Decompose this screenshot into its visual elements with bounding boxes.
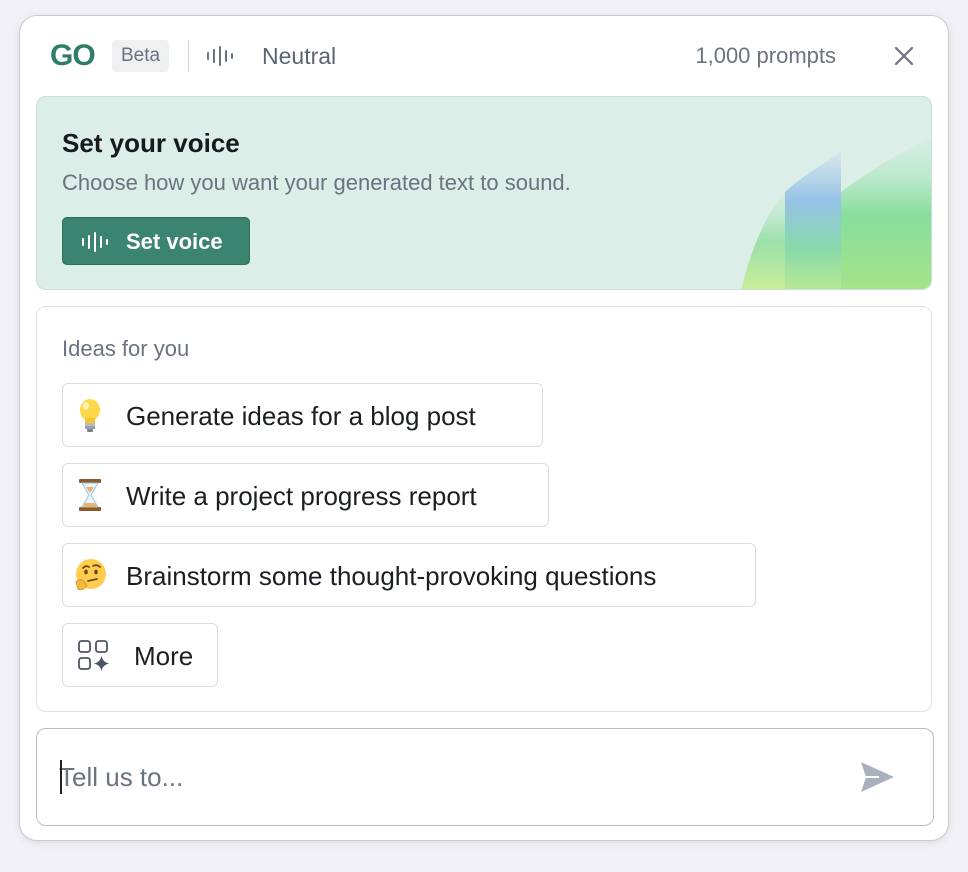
idea-label: Brainstorm some thought-provoking questi… xyxy=(126,561,657,591)
banner-title: Set your voice xyxy=(62,128,240,158)
ideas-title: Ideas for you xyxy=(62,336,190,361)
lightbulb-icon xyxy=(80,399,100,432)
header-divider xyxy=(188,40,189,72)
idea-label: Write a project progress report xyxy=(126,481,477,511)
more-ideas-button[interactable]: More xyxy=(62,623,218,687)
panel-header: GO Beta Neutral 1,000 prompts xyxy=(20,16,948,96)
idea-blog-post[interactable]: Generate ideas for a blog post xyxy=(62,383,543,447)
prompt-input-box xyxy=(36,728,934,826)
prompt-input[interactable] xyxy=(59,757,819,797)
set-voice-button-label: Set voice xyxy=(126,229,223,254)
voice-wave-icon xyxy=(207,46,233,66)
idea-label: More xyxy=(134,641,194,671)
close-icon[interactable] xyxy=(890,42,918,70)
text-caret xyxy=(60,760,62,794)
send-icon[interactable] xyxy=(857,757,897,797)
decorative-waves-art xyxy=(741,137,931,289)
voice-wave-icon xyxy=(82,232,108,252)
idea-progress-report[interactable]: Write a project progress report xyxy=(62,463,549,527)
idea-brainstorm-questions[interactable]: Brainstorm some thought-provoking questi… xyxy=(62,543,756,607)
ideas-card: Ideas for you Generate ideas for a blog … xyxy=(36,306,932,712)
hourglass-icon xyxy=(79,479,101,511)
idea-label: Generate ideas for a blog post xyxy=(126,401,476,431)
set-voice-button[interactable]: Set voice xyxy=(62,217,250,265)
banner-subtitle: Choose how you want your generated text … xyxy=(62,170,571,195)
grid-sparkle-icon xyxy=(78,640,109,671)
set-voice-banner: Set your voice Choose how you want your … xyxy=(36,96,932,290)
assistant-panel: GO Beta Neutral 1,000 prompts Set your v… xyxy=(19,15,949,841)
thinking-face-icon xyxy=(75,559,106,591)
beta-badge: Beta xyxy=(112,40,170,72)
go-logo: GO xyxy=(50,39,96,72)
current-voice-label[interactable]: Neutral xyxy=(262,40,336,72)
prompt-count: 1,000 prompts xyxy=(695,43,836,68)
